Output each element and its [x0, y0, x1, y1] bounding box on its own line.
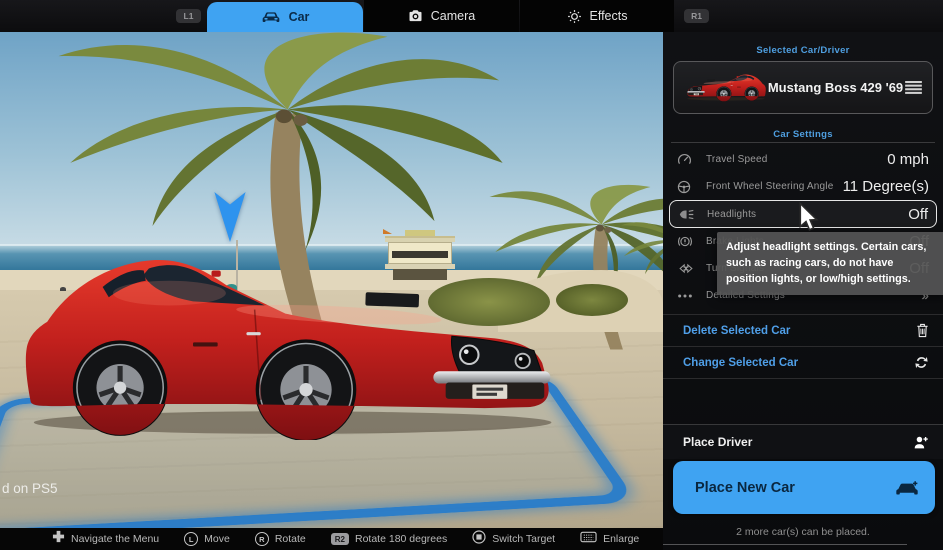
hint-label: Rotate: [275, 533, 306, 545]
ellipsis-icon: [677, 293, 699, 299]
headlights-tooltip: Adjust headlight settings. Certain cars,…: [717, 232, 943, 295]
hint-enlarge: Enlarge: [580, 530, 639, 548]
gt7-scapes-screen: L1 Car Camera: [0, 0, 943, 550]
change-selected-car-button[interactable]: Change Selected Car: [663, 347, 943, 379]
selected-car-card[interactable]: Mustang Boss 429 '69: [673, 61, 933, 114]
placed-car-mustang[interactable]: [20, 250, 555, 440]
tab-camera[interactable]: Camera: [364, 0, 519, 32]
car-settings-header: Car Settings: [663, 129, 943, 140]
setting-row-travel-speed[interactable]: Travel Speed 0 mph: [663, 146, 943, 173]
setting-value: 11 Degree(s): [843, 178, 929, 195]
car-name: Mustang Boss 429 '69: [766, 80, 905, 95]
place-driver-button[interactable]: Place Driver: [663, 424, 943, 459]
touchpad-icon: [580, 530, 597, 548]
car-icon: [261, 10, 281, 24]
list-icon[interactable]: [905, 81, 922, 94]
tab-camera-label: Camera: [431, 9, 475, 23]
square-button-icon: [472, 530, 486, 549]
camera-icon: [408, 10, 423, 22]
r1-shoulder-button-icon: R1: [684, 9, 709, 23]
top-tab-bar: L1 Car Camera: [0, 0, 943, 32]
setting-value: Off: [908, 206, 928, 223]
headlight-icon: [678, 209, 700, 220]
hint-label: Rotate 180 degrees: [355, 533, 447, 545]
place-driver-label: Place Driver: [683, 435, 752, 449]
car-actions: Delete Selected Car Change Selected Car: [663, 314, 943, 379]
tab-effects[interactable]: Effects: [520, 0, 674, 32]
hint-label: Navigate the Menu: [71, 533, 159, 545]
cars-remaining-note: 2 more car(s) can be placed.: [663, 526, 943, 538]
change-label: Change Selected Car: [683, 357, 798, 369]
delete-label: Delete Selected Car: [683, 325, 790, 337]
tab-effects-label: Effects: [590, 9, 628, 23]
hint-switch-target: Switch Target: [472, 530, 555, 549]
trash-icon: [916, 323, 929, 338]
place-new-car-label: Place New Car: [695, 480, 795, 496]
tab-car-label: Car: [289, 10, 310, 24]
turn-signal-icon: [677, 263, 699, 274]
car-thumbnail: [684, 73, 766, 103]
scapes-photo-scene: d on PS5: [0, 32, 663, 528]
add-driver-icon: [912, 435, 929, 450]
ps5-watermark: d on PS5: [2, 481, 58, 496]
right-stick-icon: R: [255, 532, 269, 546]
selected-car-driver-header: Selected Car/Driver: [663, 45, 943, 56]
hint-rotate: R Rotate: [255, 532, 306, 546]
hint-navigate-menu: Navigate the Menu: [52, 530, 159, 548]
r2-button-icon: R2: [331, 533, 349, 545]
hint-label: Move: [204, 533, 230, 545]
divider: [671, 142, 935, 143]
setting-label: Headlights: [707, 209, 756, 220]
swap-icon: [914, 356, 929, 369]
l1-shoulder-button-icon: L1: [176, 9, 201, 23]
setting-value: 0 mph: [887, 151, 929, 168]
setting-row-steering-angle[interactable]: Front Wheel Steering Angle 11 Degree(s): [663, 173, 943, 200]
setting-label: Front Wheel Steering Angle: [706, 181, 834, 192]
left-stick-icon: L: [184, 532, 198, 546]
hint-rotate-180: R2 Rotate 180 degrees: [331, 533, 447, 545]
brake-light-icon: [677, 235, 699, 248]
place-new-car-button[interactable]: Place New Car: [673, 461, 935, 514]
shrub: [556, 284, 628, 316]
effects-icon: [567, 9, 582, 24]
dpad-icon: [52, 530, 65, 548]
selection-arrow-icon: [212, 192, 248, 242]
mouse-cursor: [796, 202, 822, 232]
hint-label: Switch Target: [492, 533, 555, 545]
delete-selected-car-button[interactable]: Delete Selected Car: [663, 315, 943, 347]
add-car-icon: [895, 480, 919, 496]
controller-hints-bar: Navigate the Menu L Move R Rotate R2 Rot…: [0, 528, 663, 550]
steering-wheel-icon: [677, 180, 699, 194]
hint-label: Enlarge: [603, 533, 639, 545]
setting-label: Travel Speed: [706, 154, 768, 165]
hint-move: L Move: [184, 532, 230, 546]
speedometer-icon: [677, 153, 699, 166]
tab-car[interactable]: Car: [207, 2, 363, 32]
